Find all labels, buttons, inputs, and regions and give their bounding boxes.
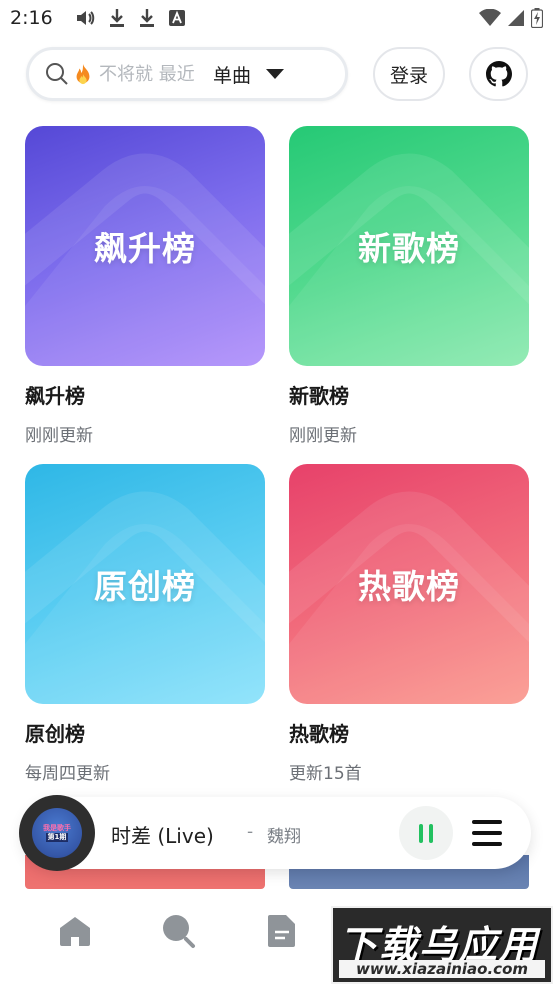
playlist-menu-button[interactable] [472, 820, 502, 846]
battery-charging-icon [531, 8, 543, 28]
pause-button[interactable] [399, 806, 453, 860]
song-separator: - [247, 822, 254, 842]
chart-cover: 新歌榜 [289, 126, 529, 366]
chart-cover-text: 热歌榜 [358, 567, 460, 606]
album-cover[interactable]: 我是歌手 第1期 [19, 795, 95, 871]
album-badge: 我是歌手 [43, 824, 71, 832]
status-time: 2:16 [10, 7, 53, 29]
chart-title: 热歌榜 [289, 722, 349, 746]
menu-icon [472, 842, 502, 846]
album-episode: 第1期 [45, 833, 69, 842]
watermark: 下载乌应用 www.xiazainiao.com [331, 906, 553, 984]
pause-icon [419, 823, 423, 843]
chart-subtitle: 更新15首 [289, 764, 362, 784]
chart-card-original[interactable]: 原创榜 原创榜 每周四更新 [25, 464, 265, 784]
search-icon [45, 62, 69, 86]
mini-player[interactable]: 我是歌手 第1期 时差 (Live) - 魏翔 [19, 795, 531, 871]
volume-icon [75, 9, 95, 27]
chart-cover-text: 飙升榜 [94, 229, 196, 268]
chart-subtitle: 刚刚更新 [289, 426, 357, 446]
download-icon [109, 8, 125, 28]
fire-icon [76, 63, 90, 85]
chart-title: 原创榜 [25, 722, 85, 746]
document-icon [268, 915, 295, 947]
search-type-select[interactable]: 单曲 [213, 61, 285, 88]
chart-card-soaring[interactable]: 飙升榜 飙升榜 刚刚更新 [25, 126, 265, 446]
chart-subtitle: 刚刚更新 [25, 426, 93, 446]
github-button[interactable] [469, 47, 528, 101]
song-title: 时差 (Live) [111, 824, 214, 848]
nav-home[interactable] [55, 911, 95, 951]
search-box[interactable]: 单曲 [26, 47, 348, 101]
wifi-icon [479, 9, 501, 27]
chart-title: 新歌榜 [289, 384, 349, 408]
menu-icon [472, 820, 502, 824]
search-icon [163, 915, 195, 948]
status-icons-right [479, 8, 543, 28]
login-button[interactable]: 登录 [373, 47, 445, 101]
chart-title: 飙升榜 [25, 384, 85, 408]
signal-icon [507, 9, 525, 27]
album-art: 我是歌手 第1期 [32, 808, 82, 858]
login-button-label: 登录 [389, 64, 428, 87]
search-input[interactable] [99, 63, 195, 85]
status-bar: 2:16 [0, 0, 553, 36]
song-artist: 魏翔 [267, 827, 301, 847]
nav-library[interactable] [262, 911, 302, 951]
chart-cover: 飙升榜 [25, 126, 265, 366]
download-icon [139, 8, 155, 28]
status-icons-left [75, 8, 185, 28]
chart-card-new-songs[interactable]: 新歌榜 新歌榜 刚刚更新 [289, 126, 529, 446]
watermark-url: www.xiazainiao.com [339, 960, 545, 978]
chart-card-hot-songs[interactable]: 热歌榜 热歌榜 更新15首 [289, 464, 529, 784]
pause-icon [429, 823, 433, 843]
search-type-label: 单曲 [213, 64, 252, 87]
chart-cover-text: 新歌榜 [358, 229, 460, 268]
chart-subtitle: 每周四更新 [25, 764, 110, 784]
caret-down-icon [265, 68, 285, 80]
menu-icon [472, 831, 502, 835]
github-icon [485, 61, 512, 87]
nav-search[interactable] [158, 911, 198, 951]
home-icon [60, 917, 90, 946]
chart-cover-text: 原创榜 [94, 567, 196, 606]
chart-cover: 热歌榜 [289, 464, 529, 704]
chart-cover: 原创榜 [25, 464, 265, 704]
font-icon [168, 10, 185, 26]
